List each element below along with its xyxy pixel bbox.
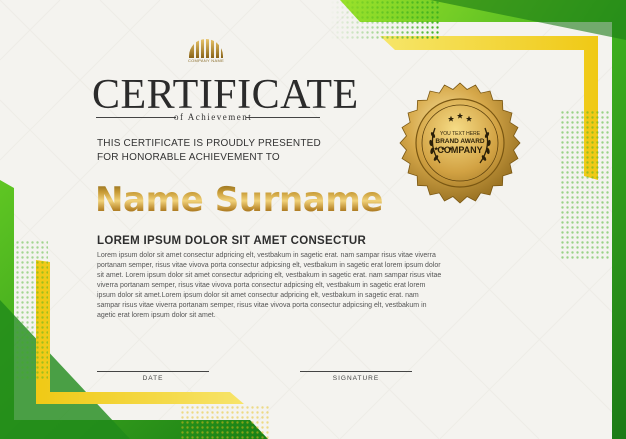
body-paragraph: Lorem ipsum dolor sit amet consectur adp…: [97, 252, 442, 319]
date-label: DATE: [142, 375, 164, 382]
title-rule-right: [246, 117, 320, 118]
seal-text-company: COMPANY: [437, 145, 483, 155]
signature-line: [300, 371, 412, 372]
signature-label: SIGNATURE: [332, 375, 380, 382]
award-seal: YOU TEXT HERE BRAND AWARD COMPANY: [395, 78, 525, 208]
seal-text-small: YOU TEXT HERE: [439, 131, 481, 137]
seal-text-brand: BRAND AWARD: [435, 138, 485, 145]
company-logo: [189, 37, 223, 58]
company-logo-text: COMPANY NAME: [187, 58, 225, 63]
certificate-subtitle: of Achievement: [174, 112, 253, 122]
presented-text: THIS CERTIFICATE IS PROUDLY PRESENTED FO…: [97, 137, 321, 165]
recipient-name: Name Surname: [95, 180, 384, 220]
body-heading: LOREM IPSUM DOLOR SIT AMET CONSECTUR: [97, 235, 367, 247]
title-rule-left: [96, 117, 176, 118]
presented-line-2: FOR HONORABLE ACHIEVEMENT TO: [97, 152, 280, 163]
presented-line-1: THIS CERTIFICATE IS PROUDLY PRESENTED: [97, 138, 321, 149]
date-line: [97, 371, 209, 372]
certificate-title: CERTIFICATE: [92, 72, 359, 118]
certificate: COMPANY NAME CERTIFICATE of Achievement …: [0, 0, 626, 439]
